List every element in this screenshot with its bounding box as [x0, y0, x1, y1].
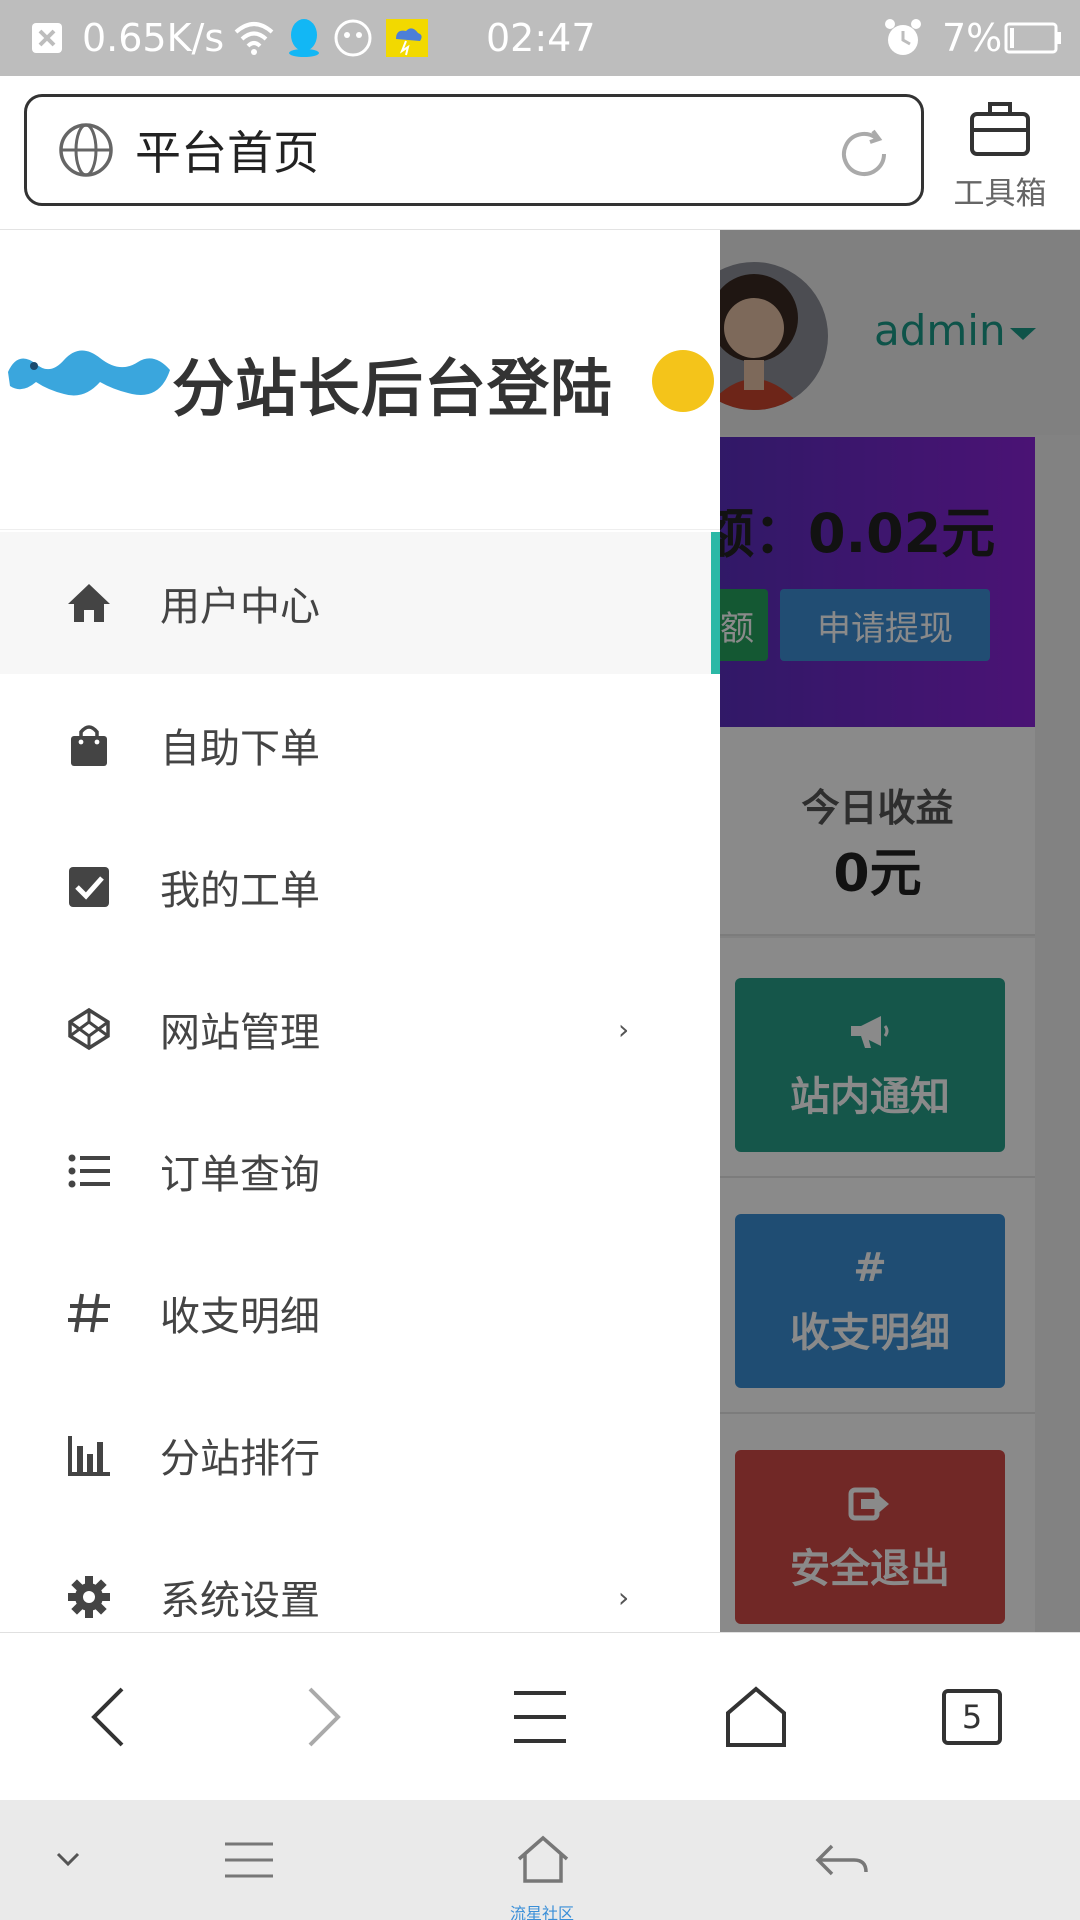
logo-mascot-icon — [8, 350, 170, 396]
system-nav-bar: 流星社区 — [0, 1800, 1080, 1920]
chevron-left-icon — [91, 1687, 124, 1747]
list-icon — [68, 1154, 110, 1188]
menu-item-order-query[interactable]: 订单查询 — [0, 1100, 720, 1242]
tabs-button[interactable]: 5 — [912, 1633, 1032, 1801]
hashtag-icon — [68, 1293, 110, 1333]
clock-time: 02:47 — [486, 16, 596, 60]
menu-item-site-management[interactable]: 网站管理 › — [0, 958, 720, 1100]
globe-icon — [59, 123, 113, 177]
collapse-button[interactable] — [40, 1800, 96, 1920]
battery-icon — [1004, 0, 1062, 76]
menu-item-self-order[interactable]: 自助下单 — [0, 674, 720, 816]
logo-sun-icon — [652, 350, 714, 412]
weather-icon — [386, 0, 428, 76]
community-label: 流星社区 — [509, 1904, 574, 1920]
browser-bottom-nav: 5 — [0, 1632, 1080, 1800]
address-bar[interactable]: 平台首页 — [24, 94, 924, 206]
recent-apps-button[interactable] — [214, 1800, 284, 1920]
menu-item-label: 订单查询 — [160, 1152, 320, 1198]
menu-item-system-settings[interactable]: 系统设置 › — [0, 1526, 720, 1632]
alarm-icon — [882, 0, 924, 76]
codepen-icon — [68, 1007, 110, 1051]
chevron-down-icon — [56, 1852, 80, 1867]
gear-icon — [68, 1576, 110, 1618]
home-outline-icon — [726, 1686, 786, 1747]
logo-text: 分站长后台登陆 — [172, 352, 614, 425]
check-square-icon — [69, 867, 109, 907]
forward-button[interactable] — [264, 1633, 384, 1801]
menu-button[interactable] — [480, 1633, 600, 1801]
page-title: 平台首页 — [135, 126, 319, 180]
shopping-bag-icon — [71, 725, 107, 766]
wifi-icon — [232, 0, 276, 76]
browser-top-bar: 平台首页 工具箱 — [0, 76, 1080, 230]
side-drawer: 分站长后台登陆 用户中心 自助下单 我的工单 网站管理 › 订单查询 收支明细 … — [0, 230, 720, 1632]
home-outline-icon — [517, 1835, 569, 1883]
chevron-right-icon — [308, 1687, 341, 1747]
toolbox-icon — [970, 102, 1030, 156]
menu-item-my-tickets[interactable]: 我的工单 — [0, 816, 720, 958]
app-notification-icon — [334, 0, 372, 76]
menu-item-site-ranking[interactable]: 分站排行 — [0, 1384, 720, 1526]
system-back-button[interactable] — [806, 1800, 876, 1920]
close-notification-icon — [30, 0, 64, 76]
return-arrow-icon — [815, 1844, 868, 1876]
toolbox-button[interactable]: 工具箱 — [940, 96, 1060, 212]
tab-count: 5 — [942, 1689, 1002, 1745]
menu-item-label: 我的工单 — [160, 868, 320, 914]
reload-icon[interactable] — [835, 125, 893, 183]
back-button[interactable] — [48, 1633, 168, 1801]
drawer-backdrop[interactable] — [720, 230, 1080, 1632]
battery-level: 7% — [942, 16, 1003, 60]
logo: 分站长后台登陆 — [0, 230, 720, 530]
status-bar: 0.65K/s 02:47 7% — [0, 0, 1080, 76]
menu-item-label: 网站管理 — [160, 1010, 320, 1056]
network-speed: 0.65K/s — [82, 16, 225, 60]
menu-item-label: 收支明细 — [160, 1294, 320, 1340]
menu-lines-icon — [225, 1842, 273, 1878]
home-icon — [68, 584, 110, 622]
menu-item-label: 分站排行 — [160, 1436, 320, 1482]
menu-item-label: 系统设置 — [160, 1578, 320, 1624]
menu-item-label: 自助下单 — [160, 726, 320, 772]
menu-item-user-center[interactable]: 用户中心 — [0, 532, 720, 674]
chevron-right-icon: › — [618, 1012, 630, 1046]
bar-chart-icon — [68, 1436, 110, 1476]
menu-item-income-details[interactable]: 收支明细 — [0, 1242, 720, 1384]
menu-item-label: 用户中心 — [160, 584, 320, 630]
hamburger-icon — [514, 1691, 566, 1743]
home-button[interactable] — [696, 1633, 816, 1801]
toolbox-label: 工具箱 — [953, 176, 1047, 212]
qq-icon — [286, 0, 322, 76]
active-indicator — [711, 532, 720, 674]
chevron-right-icon: › — [618, 1580, 630, 1614]
